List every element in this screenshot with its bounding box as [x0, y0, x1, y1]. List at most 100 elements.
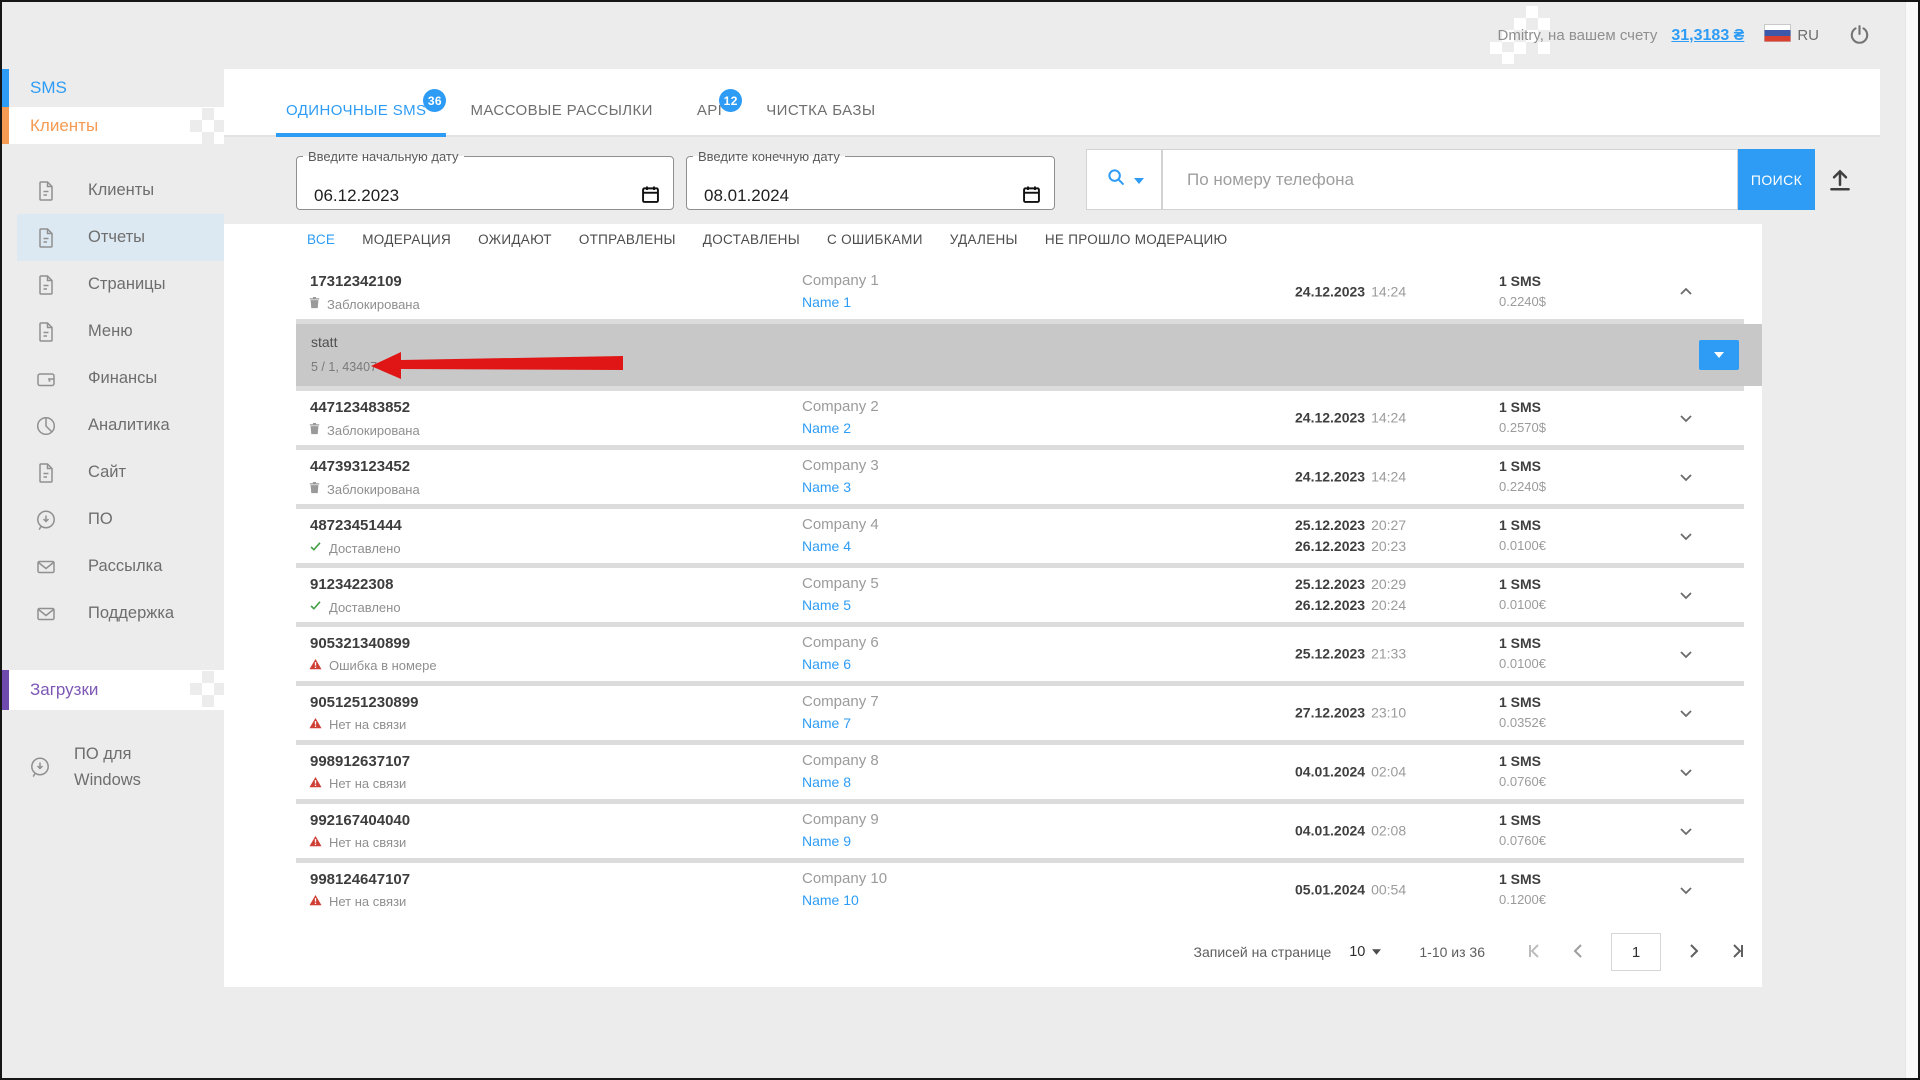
- per-page-select[interactable]: 10: [1349, 944, 1381, 960]
- message-row[interactable]: 998124647107 Нет на связи Company 10 Nam…: [296, 863, 1744, 917]
- filter-sent[interactable]: ОТПРАВЛЕНЫ: [579, 232, 676, 247]
- sidebar-item-site[interactable]: Сайт: [2, 449, 224, 496]
- message-row[interactable]: 447393123452 Заблокирована Company 3 Nam…: [296, 450, 1744, 504]
- expanded-row[interactable]: statt 5 / 1, 43407: [296, 324, 1762, 386]
- document-icon: [34, 461, 58, 485]
- recipient-name-link[interactable]: Name 3: [802, 479, 851, 495]
- filter-errors[interactable]: С ОШИБКАМИ: [827, 232, 923, 247]
- search-button[interactable]: ПОИСК: [1738, 149, 1815, 210]
- sent-time: 20:27: [1371, 517, 1406, 533]
- expand-chevron-button[interactable]: [1674, 583, 1698, 607]
- current-page-input[interactable]: 1: [1611, 933, 1661, 971]
- recipient-name-link[interactable]: Name 7: [802, 715, 851, 731]
- filter-failed-moderation[interactable]: НЕ ПРОШЛО МОДЕРАЦИЮ: [1045, 232, 1228, 247]
- sent-date: 25.12.2023: [1295, 576, 1365, 592]
- expand-chevron-button[interactable]: [1674, 465, 1698, 489]
- dates: 04.01.202402:04: [1295, 762, 1406, 783]
- expand-chevron-button[interactable]: [1674, 280, 1698, 304]
- last-page-button[interactable]: [1727, 940, 1747, 964]
- company-name: Company 1: [802, 272, 879, 289]
- logout-power-icon[interactable]: [1847, 23, 1872, 49]
- tab-label: API: [697, 102, 722, 119]
- start-date-label: Введите начальную дату: [303, 149, 464, 164]
- expand-chevron-button[interactable]: [1674, 760, 1698, 784]
- recipient-name-link[interactable]: Name 4: [802, 538, 851, 554]
- expand-chevron-button[interactable]: [1674, 524, 1698, 548]
- expand-chevron-button[interactable]: [1674, 406, 1698, 430]
- next-page-button[interactable]: [1683, 940, 1703, 964]
- filter-deleted[interactable]: УДАЛЕНЫ: [950, 232, 1018, 247]
- sidebar-item-menu[interactable]: Меню: [2, 308, 224, 355]
- sms-price: 0.0100€: [1499, 538, 1546, 553]
- sidebar-item-support[interactable]: Поддержка: [2, 590, 224, 637]
- tab-label: ЧИСТКА БАЗЫ: [766, 102, 875, 119]
- prev-page-button[interactable]: [1569, 940, 1589, 964]
- status-text: Нет на связи: [329, 717, 406, 732]
- phone-number: 992167404040: [310, 812, 410, 829]
- filter-waiting[interactable]: ОЖИДАЮТ: [478, 232, 552, 247]
- balance-link[interactable]: 31,3183 ₴: [1671, 27, 1744, 45]
- sidebar-item-label: ПО для Windows: [74, 741, 170, 793]
- start-date-field[interactable]: Введите начальную дату 06.12.2023: [296, 149, 674, 210]
- sidebar-item-mailing[interactable]: Рассылка: [2, 543, 224, 590]
- language-label[interactable]: RU: [1797, 27, 1819, 44]
- status-line: Нет на связи: [309, 835, 406, 850]
- recipient-name-link[interactable]: Name 2: [802, 420, 851, 436]
- first-page-button[interactable]: [1525, 940, 1545, 964]
- phone-number: 9051251230899: [310, 694, 418, 711]
- message-row[interactable]: 9123422308 Доставлено Company 5 Name 5 2…: [296, 568, 1744, 622]
- ru-flag-icon: [1764, 24, 1791, 47]
- filter-all[interactable]: ВСЕ: [307, 232, 335, 247]
- message-row[interactable]: 992167404040 Нет на связи Company 9 Name…: [296, 804, 1744, 858]
- recipient-name-link[interactable]: Name 9: [802, 833, 851, 849]
- filter-moderation[interactable]: МОДЕРАЦИЯ: [362, 232, 451, 247]
- recipient-name-link[interactable]: Name 8: [802, 774, 851, 790]
- expand-chevron-button[interactable]: [1674, 642, 1698, 666]
- sidebar-section-sms[interactable]: SMS: [2, 69, 224, 107]
- calendar-icon[interactable]: [640, 184, 661, 208]
- filter-delivered[interactable]: ДОСТАВЛЕНЫ: [703, 232, 800, 247]
- page-scrollbar[interactable]: [1905, 2, 1918, 1078]
- end-date-field[interactable]: Введите конечную дату 08.01.2024: [686, 149, 1055, 210]
- tab-db-cleaning[interactable]: ЧИСТКА БАЗЫ: [762, 102, 879, 135]
- expand-chevron-button[interactable]: [1674, 878, 1698, 902]
- expand-chevron-button[interactable]: [1674, 701, 1698, 725]
- user-greeting: Dmitry, на вашем счету: [1498, 27, 1658, 44]
- search-type-dropdown[interactable]: [1086, 149, 1162, 210]
- sidebar-item-software[interactable]: ПО: [2, 496, 224, 543]
- sidebar-item-finance[interactable]: Финансы: [2, 355, 224, 402]
- message-row[interactable]: 998912637107 Нет на связи Company 8 Name…: [296, 745, 1744, 799]
- tab-single-sms[interactable]: ОДИНОЧНЫЕ SMS 36: [282, 102, 430, 135]
- company-name: Company 6: [802, 634, 879, 651]
- sidebar-item-reports[interactable]: Отчеты: [2, 214, 224, 261]
- end-date-value[interactable]: 08.01.2024: [704, 186, 789, 206]
- delivered-date: 26.12.2023: [1295, 597, 1365, 613]
- sidebar-item-clients[interactable]: Клиенты: [2, 167, 224, 214]
- document-icon: [34, 179, 58, 203]
- message-row[interactable]: 17312342109 Заблокирована Company 1 Name…: [296, 265, 1744, 319]
- recipient-name-link[interactable]: Name 1: [802, 294, 851, 310]
- collapse-button[interactable]: [1699, 340, 1739, 370]
- tab-mass-mailings[interactable]: МАССОВЫЕ РАССЫЛКИ: [466, 102, 656, 135]
- message-row[interactable]: 905321340899 Ошибка в номере Company 6 N…: [296, 627, 1744, 681]
- search-input[interactable]: [1162, 149, 1738, 210]
- recipient-name-link[interactable]: Name 10: [802, 892, 859, 908]
- export-upload-icon[interactable]: [1822, 162, 1858, 198]
- sidebar-item-analytics[interactable]: Аналитика: [2, 402, 224, 449]
- sidebar-item-pages[interactable]: Страницы: [2, 261, 224, 308]
- delivered-time: 20:24: [1371, 597, 1406, 613]
- calendar-icon[interactable]: [1021, 184, 1042, 208]
- sidebar-item-label: Рассылка: [88, 557, 162, 576]
- expand-chevron-button[interactable]: [1674, 819, 1698, 843]
- phone-number: 9123422308: [310, 576, 393, 593]
- sidebar-item-windows-software[interactable]: ПО для Windows: [2, 737, 224, 797]
- message-row[interactable]: 9051251230899 Нет на связи Company 7 Nam…: [296, 686, 1744, 740]
- annotation-arrow: [369, 350, 625, 380]
- message-row[interactable]: 48723451444 Доставлено Company 4 Name 4 …: [296, 509, 1744, 563]
- start-date-value[interactable]: 06.12.2023: [314, 186, 399, 206]
- recipient-name-link[interactable]: Name 5: [802, 597, 851, 613]
- recipient-name-link[interactable]: Name 6: [802, 656, 851, 672]
- sidebar: SMS Клиенты Клиенты Отчеты Страницы Меню: [2, 69, 224, 1080]
- message-row[interactable]: 447123483852 Заблокирована Company 2 Nam…: [296, 391, 1744, 445]
- tab-api[interactable]: API 12: [693, 102, 726, 135]
